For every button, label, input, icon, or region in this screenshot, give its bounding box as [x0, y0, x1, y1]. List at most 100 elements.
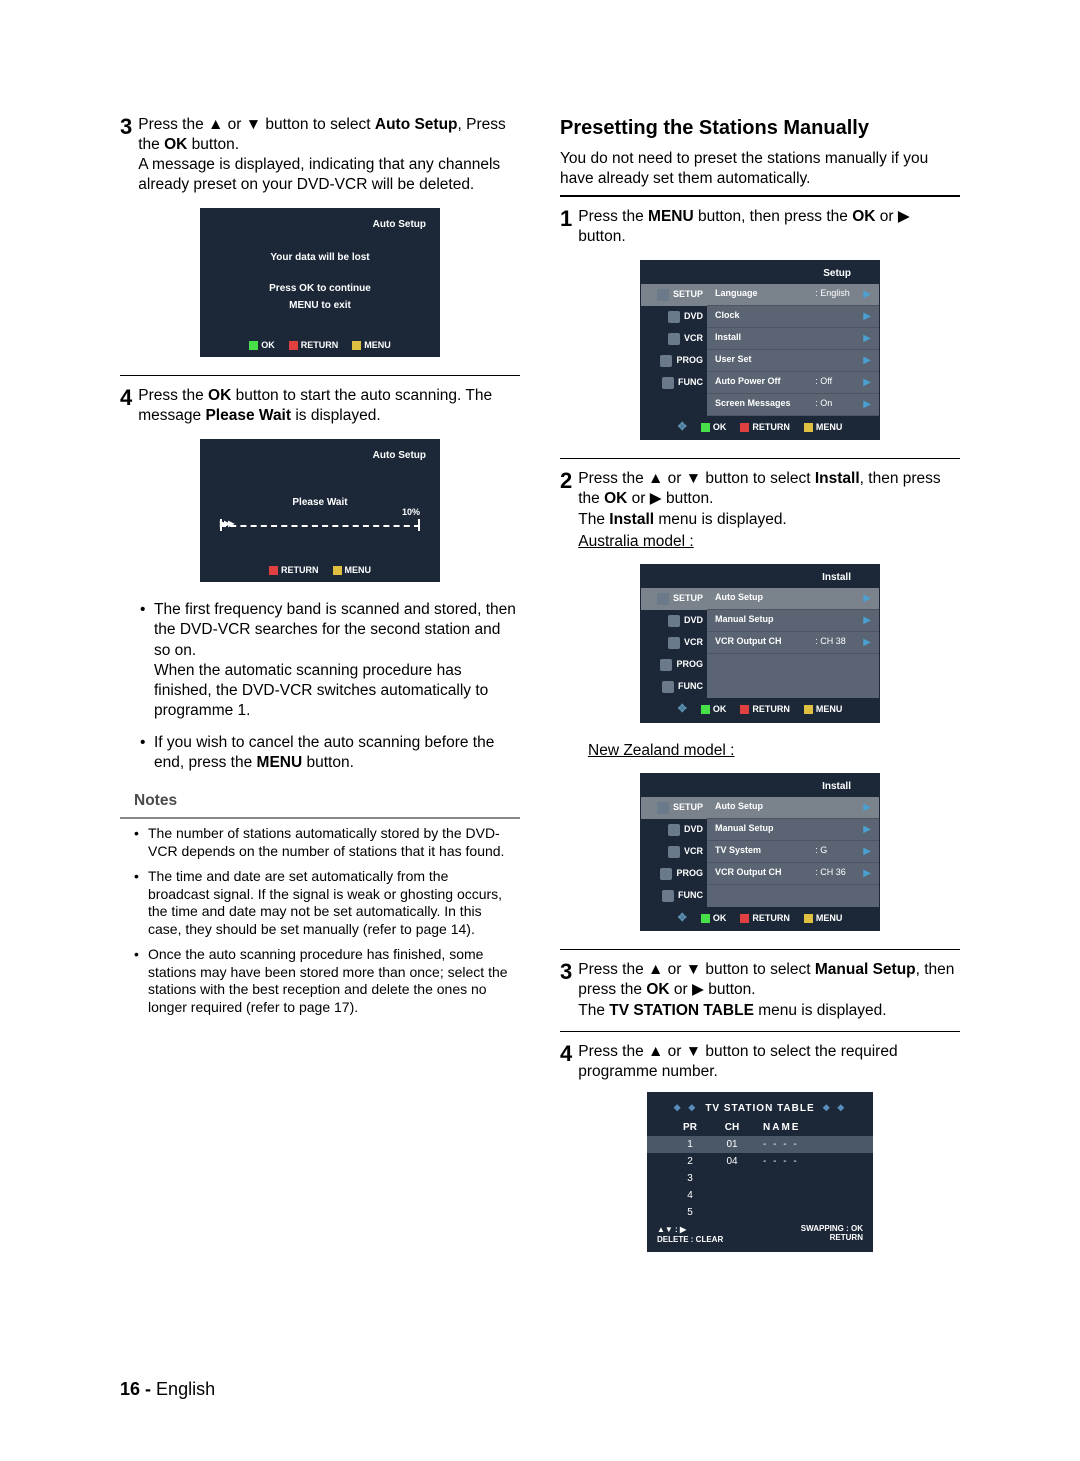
right-column: Presetting the Stations Manually You do … [560, 115, 960, 1252]
text-bold: Please Wait [205, 407, 291, 424]
return-icon [289, 341, 298, 350]
osd-menu-row: Auto Power Off: Off▶ [707, 372, 879, 394]
osd-menu-row: Screen Messages: On▶ [707, 394, 879, 416]
down-icon: ▼ [686, 470, 701, 487]
osd-footer: OK RETURN MENU [200, 334, 440, 358]
osd-title: Setup [641, 261, 879, 284]
up-icon: ▲ [208, 116, 223, 133]
table-row: 204- - - - [647, 1153, 873, 1170]
osd-menu-row: VCR Output CH: CH 36▶ [707, 863, 879, 885]
osd-tab: VCR [641, 841, 707, 863]
osd-menu-row: Language: English▶ [707, 284, 879, 306]
table-header: PR CH NAME [647, 1119, 873, 1136]
up-icon: ▲ [648, 961, 663, 978]
osd-menu-row: Auto Setup▶ [707, 588, 879, 610]
osd-tv-station-table: ❖ ❖ TV STATION TABLE ❖ ❖ PR CH NAME 101-… [647, 1092, 873, 1252]
osd-tab: VCR [641, 632, 707, 654]
menu-icon [804, 423, 813, 432]
divider [560, 458, 960, 459]
text-bold: OK [208, 387, 231, 404]
right-icon: ▶ [650, 490, 662, 507]
progress-percent: 10% [402, 507, 420, 519]
osd-setup-menu: Setup SETUPDVDVCRPROGFUNC Language: Engl… [640, 260, 880, 441]
text-bold: OK [164, 136, 187, 153]
table-row: 3 [647, 1170, 873, 1187]
bullet-item: If you wish to cancel the auto scanning … [140, 733, 520, 773]
table-title: ❖ ❖ TV STATION TABLE ❖ ❖ [647, 1098, 873, 1119]
text: Press the [138, 116, 208, 133]
divider [560, 949, 960, 950]
osd-tab: VCR [641, 328, 707, 350]
up-icon: ▲ [648, 1043, 663, 1060]
osd-menu-row: Auto Setup▶ [707, 797, 879, 819]
up-icon: ▲ [648, 470, 663, 487]
osd-tab: FUNC [641, 885, 707, 907]
osd-auto-setup-warning: Auto Setup Your data will be lost Press … [200, 208, 440, 358]
nav-icon: ✥ [678, 704, 687, 716]
table-row: 4 [647, 1187, 873, 1204]
intro-text: You do not need to preset the stations m… [560, 149, 960, 189]
right-step-4: 4 Press the ▲ or ▼ button to select the … [560, 1042, 960, 1082]
osd-footer: RETURN MENU [200, 559, 440, 583]
step-number: 3 [560, 960, 572, 1020]
text: A message is displayed, indicating that … [138, 155, 520, 195]
osd-tab: FUNC [641, 676, 707, 698]
step-number: 4 [120, 386, 132, 426]
left-column: 3 Press the ▲ or ▼ button to select Auto… [120, 115, 520, 1252]
osd-tab: DVD [641, 610, 707, 632]
osd-install-australia: Install SETUPDVDVCRPROGFUNC Auto Setup▶M… [640, 564, 880, 723]
text: button. [187, 136, 239, 153]
osd-menu-row: Manual Setup▶ [707, 610, 879, 632]
bullet-item: The first frequency band is scanned and … [140, 600, 520, 721]
osd-menu-row: TV System: G▶ [707, 841, 879, 863]
osd-tab: PROG [641, 350, 707, 372]
step-number: 4 [560, 1042, 572, 1082]
text: is displayed. [291, 407, 381, 424]
osd-footer: ✥ OK RETURN MENU [641, 698, 879, 722]
osd-menu-row: Install▶ [707, 328, 879, 350]
ok-icon [249, 341, 258, 350]
left-step-3: 3 Press the ▲ or ▼ button to select Auto… [120, 115, 520, 196]
ok-icon [701, 423, 710, 432]
osd-tab: PROG [641, 863, 707, 885]
notes-heading: Notes [134, 791, 520, 811]
osd-line: MENU to exit [214, 299, 426, 312]
section-heading: Presetting the Stations Manually [560, 115, 960, 141]
osd-title: Auto Setup [214, 218, 426, 231]
menu-icon [352, 341, 361, 350]
osd-line: Your data will be lost [214, 251, 426, 264]
text: button to select [261, 116, 375, 133]
osd-title: Auto Setup [214, 449, 426, 462]
divider [560, 195, 960, 197]
step-number: 2 [560, 469, 572, 552]
bullet-list: The first frequency band is scanned and … [140, 600, 520, 773]
osd-title: Install [641, 774, 879, 797]
note-item: The number of stations automatically sto… [130, 825, 510, 860]
osd-tab: DVD [641, 819, 707, 841]
table-row: 5 [647, 1204, 873, 1221]
step-number: 1 [560, 207, 572, 247]
note-item: Once the auto scanning procedure has fin… [130, 946, 510, 1016]
osd-menu-row: VCR Output CH: CH 38▶ [707, 632, 879, 654]
osd-line: Press OK to continue [214, 282, 426, 295]
osd-footer: ✥ OK RETURN MENU [641, 416, 879, 440]
note-item: The time and date are set automatically … [130, 868, 510, 938]
left-step-4: 4 Press the OK button to start the auto … [120, 386, 520, 426]
progress-bar: 10% ▶▶▶ [220, 517, 420, 527]
osd-line: Please Wait [214, 496, 426, 509]
osd-menu-row: Manual Setup▶ [707, 819, 879, 841]
osd-footer: ✥ OK RETURN MENU [641, 907, 879, 931]
right-step-3: 3 Press the ▲ or ▼ button to select Manu… [560, 960, 960, 1020]
right-step-1: 1 Press the MENU button, then press the … [560, 207, 960, 247]
right-step-2: 2 Press the ▲ or ▼ button to select Inst… [560, 469, 960, 552]
down-icon: ▼ [686, 1043, 701, 1060]
down-icon: ▼ [686, 961, 701, 978]
right-icon: ▶ [692, 981, 704, 998]
notes-list: The number of stations automatically sto… [120, 825, 520, 1016]
text: Press the [138, 387, 208, 404]
nav-icon: ✥ [678, 913, 687, 925]
return-icon [740, 423, 749, 432]
osd-tab: DVD [641, 306, 707, 328]
divider [560, 1031, 960, 1032]
page-footer: 16 - English [120, 1378, 215, 1401]
